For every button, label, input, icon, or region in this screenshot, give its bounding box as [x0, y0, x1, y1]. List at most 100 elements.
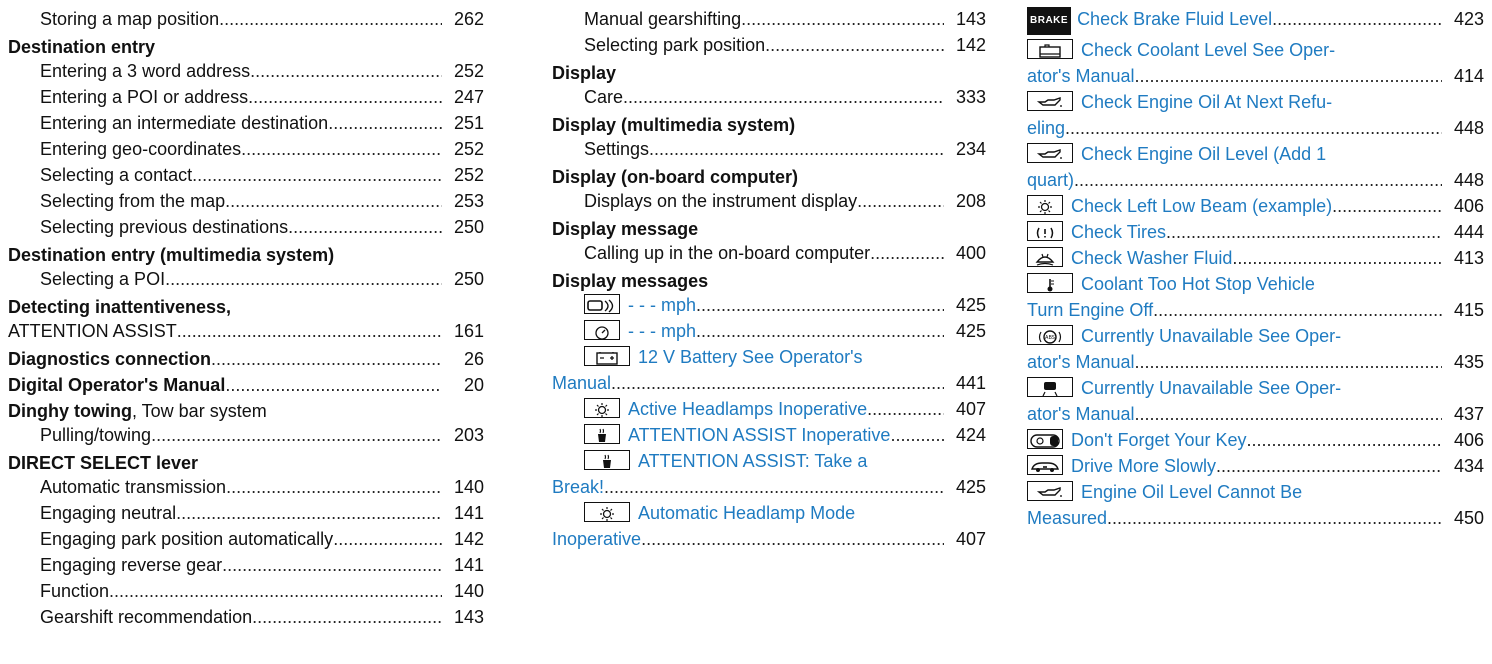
entry-text[interactable]: Coolant Too Hot Stop Vehicle	[1081, 274, 1315, 294]
entry-text[interactable]: Automatic Headlamp Mode	[638, 503, 855, 523]
leader-dots	[288, 214, 442, 240]
leader-dots	[870, 240, 944, 266]
entry-text: Settings	[584, 139, 650, 159]
display-message-entry: - - - mph 425	[552, 292, 986, 318]
page-number: 142	[453, 529, 484, 549]
page-number: 425	[955, 295, 986, 315]
leader-dots	[1232, 245, 1442, 271]
entry-text[interactable]: eling	[1027, 115, 1065, 141]
leader-dots	[1247, 427, 1442, 453]
entry-text[interactable]: Inoperative	[552, 526, 641, 552]
entry-text[interactable]: - - - mph	[628, 318, 696, 344]
coolant-temp-icon	[1027, 273, 1073, 294]
entry-text[interactable]: Check Tires	[1071, 219, 1166, 245]
page-number: 423	[1453, 9, 1484, 29]
page-number: 250	[453, 269, 484, 289]
page-number: 434	[1453, 456, 1484, 476]
display-message-entry: Check Tires 444	[1027, 219, 1484, 245]
display-message-entry: Check Washer Fluid 413	[1027, 245, 1484, 271]
entry-text: Selecting a contact	[40, 165, 193, 185]
display-message-entry: Check Engine Oil Level (Add 1 quart) 448	[1027, 141, 1484, 193]
coffee-cup-icon	[584, 424, 620, 444]
heading-text: Display message	[552, 219, 699, 239]
entry-text[interactable]: ATTENTION ASSIST Inoperative	[628, 422, 890, 448]
index-subentry: Gearshift recommendation 143	[8, 604, 484, 630]
leader-dots	[333, 526, 442, 552]
entry-text: Selecting previous destinations	[40, 217, 289, 237]
page-number: 234	[955, 139, 986, 159]
display-message-entry: BRAKECheck Brake Fluid Level 423	[1027, 6, 1484, 37]
entry-text[interactable]: Currently Unavailable See Oper-	[1081, 326, 1341, 346]
entry-text[interactable]: Active Headlamps Inoperative	[628, 396, 867, 422]
brake-icon: BRAKE	[1027, 7, 1072, 35]
entry-text[interactable]: - - - mph	[628, 292, 696, 318]
entry-text[interactable]: Check Left Low Beam (example)	[1071, 193, 1332, 219]
entry-text[interactable]: Check Brake Fluid Level	[1077, 6, 1272, 32]
leader-dots	[604, 474, 944, 500]
entry-text: Manual gearshifting	[584, 9, 742, 29]
leader-dots	[696, 292, 944, 318]
display-message-entry: 12 V Battery See Operator's Manual 441	[552, 344, 986, 396]
page-number: 437	[1453, 404, 1484, 424]
entry-text[interactable]: quart)	[1027, 167, 1074, 193]
entry-text: Entering a POI or address	[40, 87, 249, 107]
leader-dots	[1065, 115, 1442, 141]
heading-text: Display (on-board computer)	[552, 167, 799, 187]
entry-text[interactable]: 12 V Battery See Operator's	[638, 347, 863, 367]
headlamp-icon	[584, 398, 620, 418]
page-number: 143	[955, 9, 986, 29]
entry-text: Selecting from the map	[40, 191, 226, 211]
leader-dots	[151, 422, 442, 448]
leader-dots	[222, 552, 442, 578]
abs-icon: ABS	[1027, 325, 1073, 346]
index-subentry: Engaging reverse gear 141	[8, 552, 484, 578]
entry-text: Entering an intermediate destination	[40, 113, 329, 133]
entry-text[interactable]: Currently Unavailable See Oper-	[1081, 378, 1341, 398]
page-number: 415	[1453, 300, 1484, 320]
entry-text[interactable]: Check Washer Fluid	[1071, 245, 1232, 271]
entry-text[interactable]: Don't Forget Your Key	[1071, 427, 1247, 453]
index-heading: Destination entry	[8, 36, 484, 58]
entry-text[interactable]: ator's Manual	[1027, 63, 1135, 89]
entry-text[interactable]: Check Engine Oil Level (Add 1	[1081, 144, 1326, 164]
entry-text[interactable]: ator's Manual	[1027, 401, 1135, 427]
leader-dots	[641, 526, 944, 552]
oil-can-icon	[1027, 143, 1073, 164]
drive-slowly-icon	[1027, 455, 1063, 475]
entry-text: Digital Operator's Manual	[8, 375, 226, 395]
index-subentry: Storing a map position 262	[8, 6, 484, 32]
page-number: 262	[453, 9, 484, 29]
entry-text[interactable]: Break!	[552, 474, 604, 500]
entry-text[interactable]: ator's Manual	[1027, 349, 1135, 375]
index-subentry: Pulling/towing 203	[8, 422, 484, 448]
lane-keep-icon	[1027, 377, 1073, 398]
display-message-entry: Don't Forget Your Key 406	[1027, 427, 1484, 453]
page-number: 444	[1453, 222, 1484, 242]
entry-text[interactable]: Drive More Slowly	[1071, 453, 1216, 479]
entry-text[interactable]: Check Engine Oil At Next Refu-	[1081, 92, 1332, 112]
leader-dots	[241, 136, 442, 162]
entry-text: Automatic transmission	[40, 477, 227, 497]
leader-dots	[649, 136, 944, 162]
heading-text: Destination entry	[8, 37, 156, 57]
entry-text: Calling up in the on-board computer	[584, 243, 871, 263]
page-number: 252	[453, 61, 484, 81]
entry-text[interactable]: Engine Oil Level Cannot Be	[1081, 482, 1302, 502]
entry-text[interactable]: ATTENTION ASSIST: Take a	[638, 451, 867, 471]
entry-text[interactable]: Turn Engine Off	[1027, 297, 1153, 323]
leader-dots	[1107, 505, 1442, 531]
entry-text[interactable]: Manual	[552, 370, 611, 396]
leader-dots	[611, 370, 944, 396]
index-heading: Dinghy towing, Tow bar system	[8, 400, 484, 422]
index-heading: Detecting inattentiveness,	[8, 296, 484, 318]
key-icon	[1027, 429, 1063, 449]
entry-text[interactable]: Measured	[1027, 505, 1107, 531]
page-number: 253	[453, 191, 484, 211]
entry-text: Selecting a POI	[40, 269, 166, 289]
index-subentry: Selecting park position 142	[552, 32, 986, 58]
display-message-entry: ABS Currently Unavailable See Oper-ator's…	[1027, 323, 1484, 375]
entry-text[interactable]: Check Coolant Level See Oper-	[1081, 40, 1335, 60]
page-number: 448	[1453, 118, 1484, 138]
leader-dots	[177, 318, 442, 344]
entry-text: Diagnostics connection	[8, 349, 212, 369]
